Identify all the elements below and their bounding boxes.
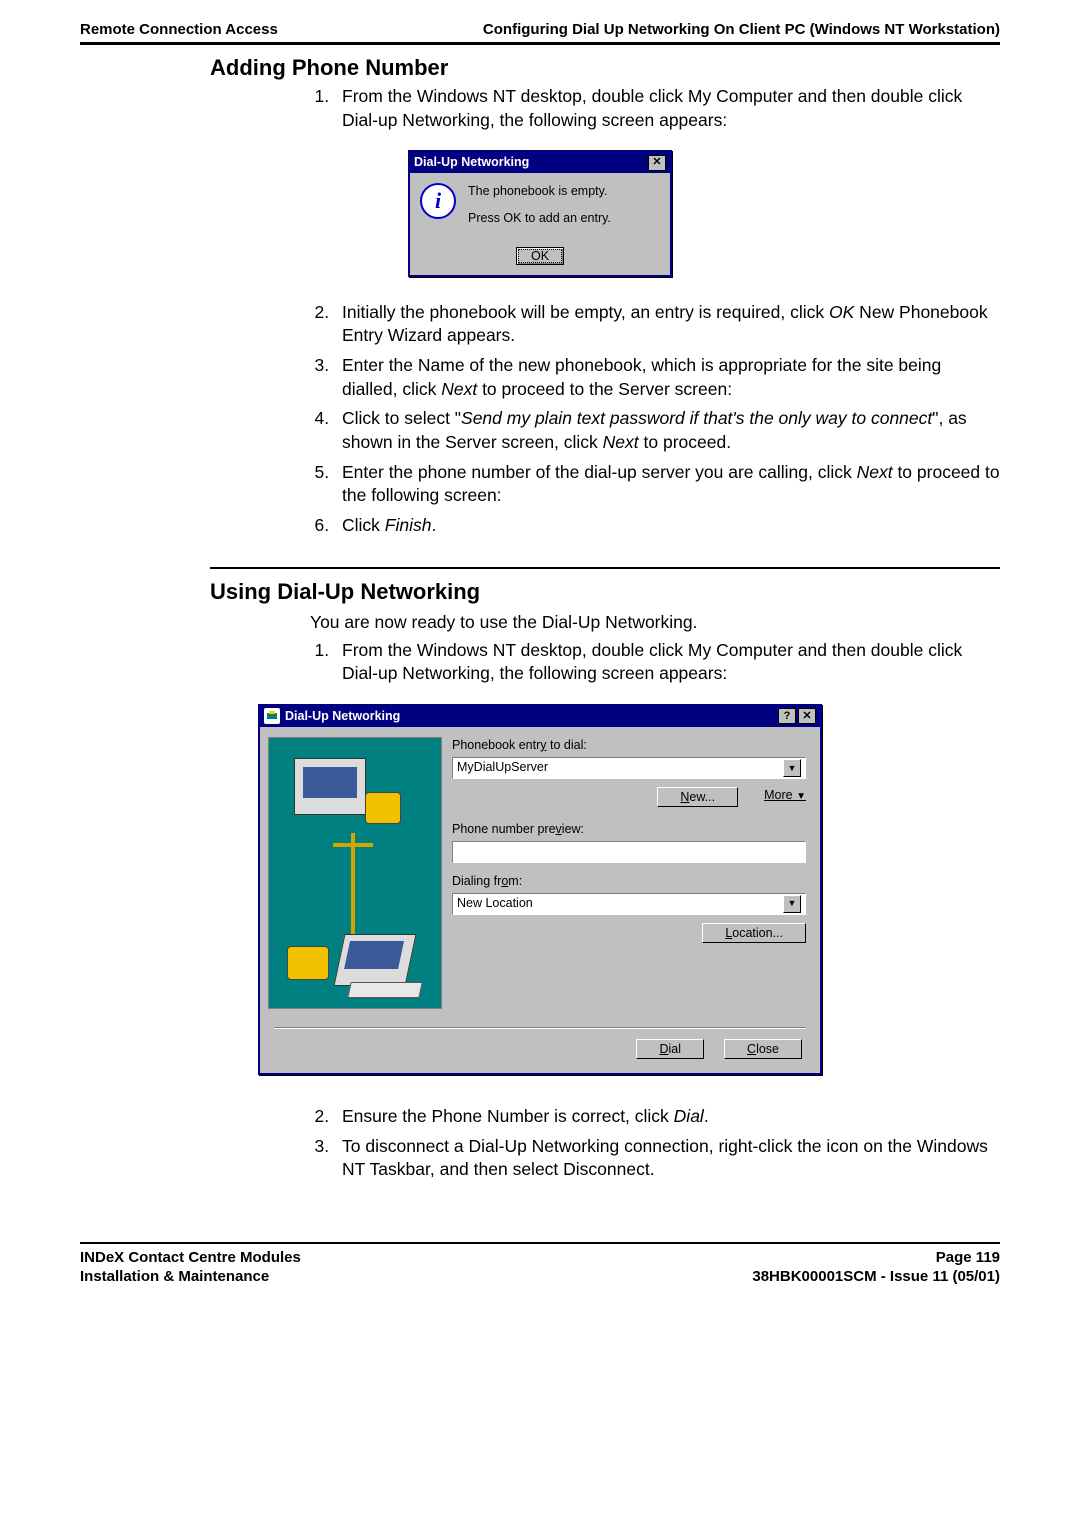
section-adding-phone-number-title: Adding Phone Number: [80, 53, 1000, 83]
label-phone-preview: Phone number preview:: [452, 821, 806, 838]
footer-left-1: INDeX Contact Centre Modules: [80, 1248, 301, 1268]
chevron-down-icon[interactable]: ▼: [783, 759, 801, 777]
close-button[interactable]: Close: [724, 1039, 802, 1059]
chevron-down-icon: ▼: [796, 791, 806, 802]
phonebook-entry-value: MyDialUpServer: [457, 759, 548, 776]
s1-step3: Enter the Name of the new phonebook, whi…: [334, 354, 1000, 401]
help-icon[interactable]: ?: [778, 708, 796, 724]
phone-preview-input[interactable]: [452, 841, 806, 863]
s2-step1: From the Windows NT desktop, double clic…: [334, 639, 1000, 686]
label-phonebook-entry: Phonebook entry to dial:: [452, 737, 806, 754]
new-button[interactable]: New...: [657, 787, 738, 807]
info-icon: i: [420, 183, 456, 219]
footer-divider: [80, 1242, 1000, 1244]
chevron-down-icon[interactable]: ▼: [783, 895, 801, 913]
s2-step2: Ensure the Phone Number is correct, clic…: [334, 1105, 1000, 1129]
label-dialing-from: Dialing from:: [452, 873, 806, 890]
phonebook-entry-dropdown[interactable]: MyDialUpServer ▼: [452, 757, 806, 779]
dun-dialog: Dial-Up Networking ? ✕ Phonebook ent: [258, 704, 822, 1075]
header-left: Remote Connection Access: [80, 20, 278, 40]
s2-lead: You are now ready to use the Dial-Up Net…: [310, 611, 1000, 635]
phone-modem-icon: [264, 708, 280, 724]
more-button[interactable]: More ▼: [764, 787, 806, 807]
footer-right-2: 38HBK00001SCM - Issue 11 (05/01): [752, 1267, 1000, 1287]
close-icon[interactable]: ✕: [648, 155, 666, 171]
location-button[interactable]: Location...: [702, 923, 806, 943]
dialing-from-value: New Location: [457, 895, 533, 912]
dun-illustration: [268, 737, 442, 1009]
section-divider: [210, 567, 1000, 569]
header-right: Configuring Dial Up Networking On Client…: [483, 20, 1000, 40]
dun-title: Dial-Up Networking: [285, 708, 400, 725]
msgbox-line1: The phonebook is empty.: [468, 183, 660, 200]
s1-step5: Enter the phone number of the dial-up se…: [334, 461, 1000, 508]
s2-step3: To disconnect a Dial-Up Networking conne…: [334, 1135, 1000, 1182]
s1-step6: Click Finish.: [334, 514, 1000, 538]
section-using-dun-title: Using Dial-Up Networking: [80, 577, 1000, 607]
msgbox-dialup-empty: Dial-Up Networking ✕ i The phonebook is …: [408, 150, 672, 277]
footer-right-1: Page 119: [752, 1248, 1000, 1268]
dialing-from-dropdown[interactable]: New Location ▼: [452, 893, 806, 915]
dial-button[interactable]: Dial: [636, 1039, 704, 1059]
s1-step1: From the Windows NT desktop, double clic…: [334, 85, 1000, 132]
s1-step4: Click to select "Send my plain text pass…: [334, 407, 1000, 454]
close-icon[interactable]: ✕: [798, 708, 816, 724]
msgbox-title: Dial-Up Networking: [414, 154, 529, 171]
s1-step2: Initially the phonebook will be empty, a…: [334, 301, 1000, 348]
ok-button[interactable]: OK: [516, 247, 564, 265]
msgbox-line2: Press OK to add an entry.: [468, 210, 660, 227]
footer-left-2: Installation & Maintenance: [80, 1267, 301, 1287]
